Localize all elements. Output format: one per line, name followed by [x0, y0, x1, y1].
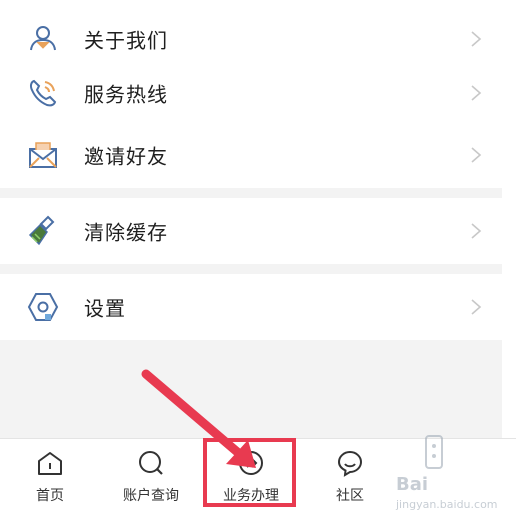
menu-group-3: 设置	[0, 274, 502, 340]
watermark-subtext: jingyan.baidu.com	[396, 498, 498, 511]
watermark-logo-icon	[425, 435, 443, 469]
tab-label-home: 首页	[36, 488, 64, 504]
invite-mail-icon	[29, 142, 57, 168]
tab-account-query[interactable]: 账户查询	[101, 439, 201, 518]
menu-item-about-us[interactable]: 关于我们	[0, 8, 502, 70]
menu-label-invite-friends: 邀请好友	[84, 144, 168, 169]
chevron-right-icon	[471, 147, 482, 163]
chevron-right-icon	[471, 85, 482, 101]
tab-label-account-query: 账户查询	[123, 488, 179, 504]
menu-label-clear-cache: 清除缓存	[84, 220, 168, 245]
home-icon	[38, 452, 62, 475]
community-chat-icon	[337, 450, 363, 477]
chevron-right-icon	[471, 299, 482, 315]
search-icon	[139, 451, 163, 475]
phone-icon	[29, 79, 57, 107]
chevron-right-icon	[471, 223, 482, 239]
menu-label-service-hotline: 服务热线	[84, 82, 168, 107]
menu-item-invite-friends[interactable]: 邀请好友	[0, 124, 502, 186]
menu-item-clear-cache[interactable]: 清除缓存	[0, 198, 502, 264]
menu-group-2: 清除缓存	[0, 198, 502, 264]
menu-item-settings[interactable]: 设置	[0, 274, 502, 340]
about-us-icon	[30, 26, 56, 51]
menu-item-service-hotline[interactable]: 服务热线	[0, 62, 502, 124]
tab-home[interactable]: 首页	[0, 439, 100, 518]
chevron-right-icon	[471, 31, 482, 47]
tab-community[interactable]: 社区	[300, 439, 400, 518]
settings-hexagon-icon	[27, 293, 59, 321]
menu-label-settings: 设置	[84, 296, 126, 321]
menu-group-1: 关于我们 服务热线 邀请好友	[0, 0, 502, 188]
watermark-text: Bai	[396, 474, 429, 495]
highlight-box-business-handling	[203, 438, 296, 507]
broom-icon	[28, 215, 55, 246]
baidu-watermark: Bai jingyan.baidu.com	[396, 434, 506, 514]
menu-label-about-us: 关于我们	[84, 28, 168, 53]
tab-label-community: 社区	[336, 488, 364, 504]
